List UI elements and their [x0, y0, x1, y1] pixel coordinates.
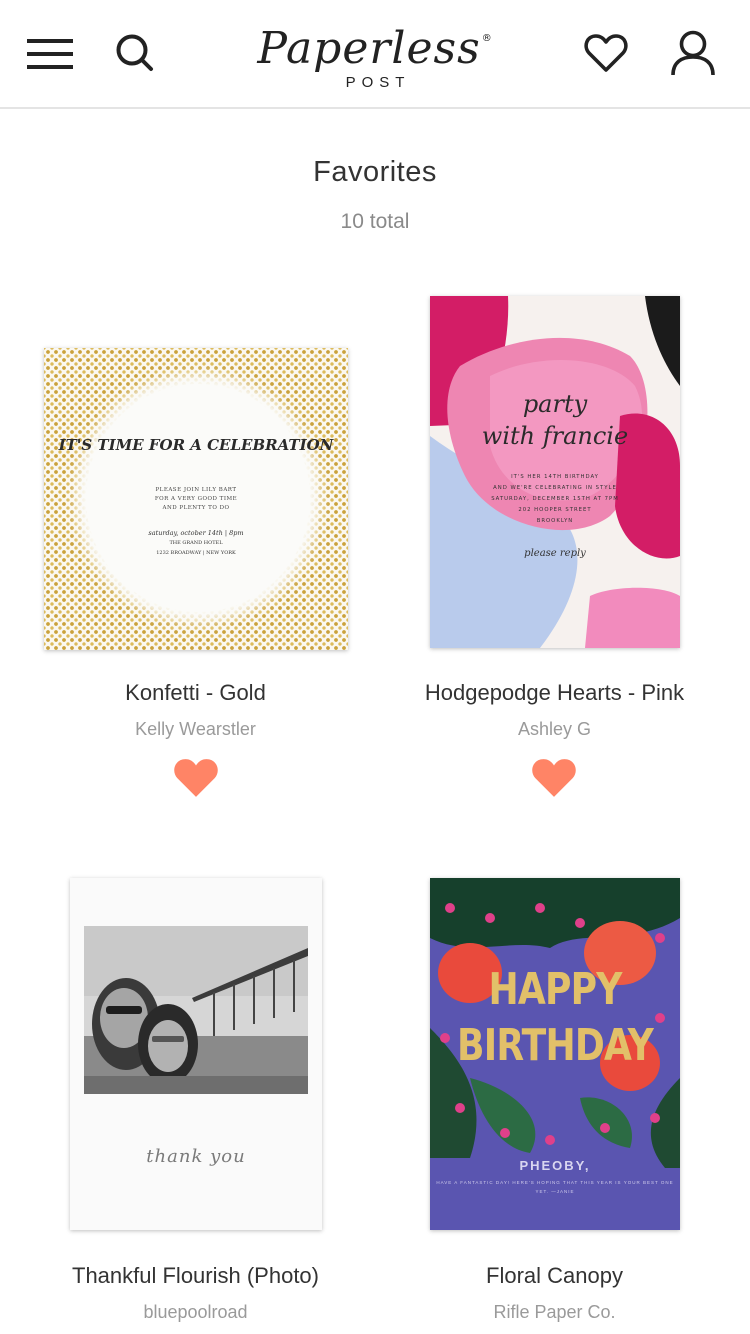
unfavorite-button[interactable]: [173, 757, 219, 799]
favorites-count: 10 total: [340, 210, 410, 233]
card-art-headline: IT'S TIME FOR A CELEBRATION: [58, 436, 334, 454]
heart-outline-icon: [584, 34, 628, 72]
unfavorite-button[interactable]: [531, 757, 577, 799]
user-icon: [671, 30, 715, 76]
search-button[interactable]: [108, 26, 162, 80]
card-image-thankful-flourish-photo[interactable]: thank you: [70, 878, 322, 1230]
search-icon: [116, 34, 153, 71]
card-image-konfetti-gold[interactable]: IT'S TIME FOR A CELEBRATION PLEASE JOIN …: [44, 348, 348, 650]
logo-subtext: POST: [345, 74, 411, 91]
card-name[interactable]: Hodgepodge Hearts - Pink: [367, 680, 742, 706]
card-art-reply: please reply: [524, 548, 586, 559]
card-name[interactable]: Konfetti - Gold: [8, 680, 383, 706]
favorites-nav-button[interactable]: [578, 26, 634, 80]
card-art-details: PLEASE JOIN LILY BART FOR A VERY GOOD TI…: [154, 487, 238, 511]
top-nav-bar: Paperless® POST: [0, 0, 750, 109]
card-art-signature: thank you: [146, 1146, 246, 1167]
hamburger-menu-icon: [27, 39, 73, 69]
heart-filled-icon: [174, 759, 218, 797]
photo-scene: [84, 926, 308, 1094]
menu-button[interactable]: [22, 30, 78, 78]
paperless-post-logo[interactable]: Paperless® POST: [250, 12, 500, 92]
page-title: Favorites: [313, 156, 437, 188]
card-art-photo: [84, 926, 308, 1094]
card-art-details: IT'S HER 14TH BIRTHDAY AND WE'RE CELEBRA…: [491, 474, 619, 524]
card-art-script-text: party with francie: [481, 390, 629, 450]
logo-wordmark: Paperless®: [257, 23, 493, 74]
card-image-floral-canopy[interactable]: HAPPY BIRTHDAY PHEOBY, HAVE A FANTASTIC …: [430, 878, 680, 1230]
card-brand[interactable]: Ashley G: [367, 719, 742, 740]
card-art-message: HAVE A FANTASTIC DAY! HERE'S HOPING THAT…: [436, 1180, 674, 1194]
account-button[interactable]: [664, 24, 722, 82]
card-name[interactable]: Thankful Flourish (Photo): [8, 1263, 383, 1289]
card-brand[interactable]: Kelly Wearstler: [8, 719, 383, 740]
card-art-recipient: PHEOBY,: [519, 1158, 591, 1173]
heart-filled-icon: [532, 759, 576, 797]
card-art-event: saturday, october 14th | 8pm THE GRAND H…: [148, 529, 244, 556]
card-brand[interactable]: Rifle Paper Co.: [367, 1302, 742, 1323]
card-name[interactable]: Floral Canopy: [367, 1263, 742, 1289]
card-brand[interactable]: bluepoolroad: [8, 1302, 383, 1323]
card-art-headline: HAPPY BIRTHDAY: [457, 964, 654, 1071]
card-image-hodgepodge-hearts-pink[interactable]: party with francie IT'S HER 14TH BIRTHDA…: [430, 296, 680, 648]
